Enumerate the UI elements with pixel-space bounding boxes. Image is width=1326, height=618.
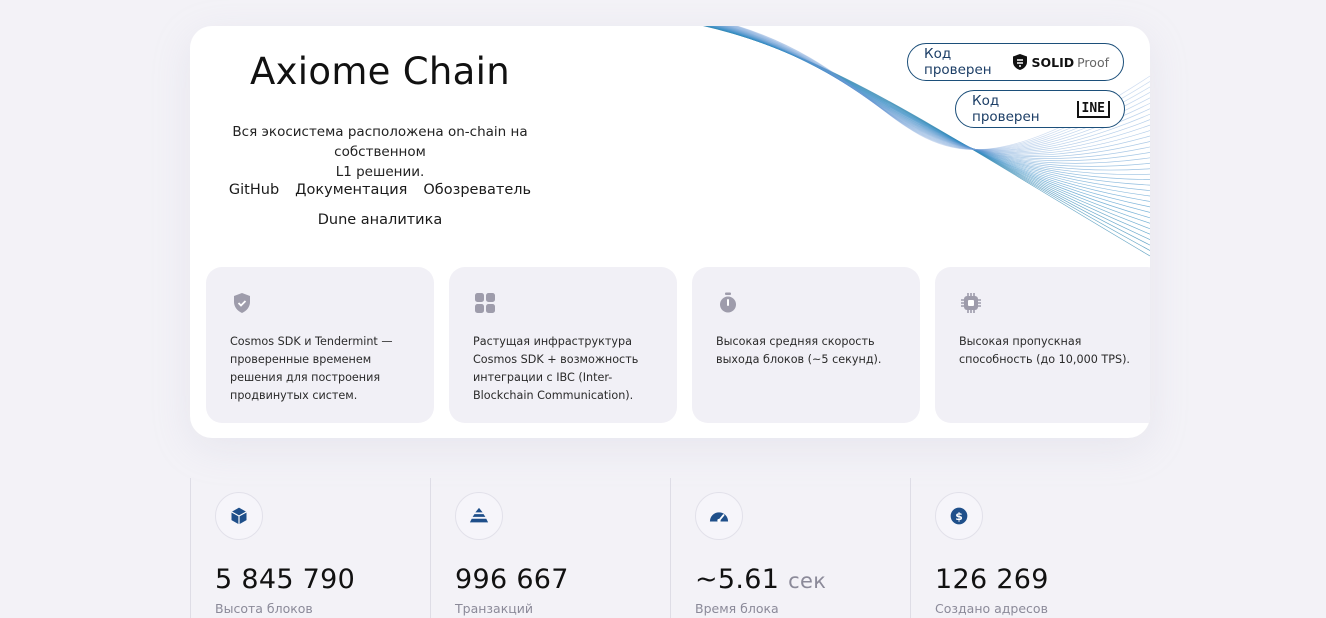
solidproof-logo: SOLID Proof — [1012, 53, 1109, 71]
stat-block-time: ~5.61 сек Время блока — [670, 478, 910, 618]
feature-card: Cosmos SDK и Tendermint — проверенные вр… — [206, 267, 434, 423]
dollar-icon: $ — [950, 507, 968, 525]
stat-value: ~5.61 сек — [695, 564, 827, 595]
stat-icon-wrapper — [455, 492, 503, 540]
grid-icon — [475, 293, 495, 313]
feature-text: Высокая пропускная способность (до 10,00… — [959, 335, 1130, 366]
dune-analytics-link[interactable]: Dune аналитика — [318, 212, 443, 228]
shield-check-icon — [234, 293, 250, 313]
feature-text: Cosmos SDK и Tendermint — проверенные вр… — [230, 335, 393, 402]
audit-badge-ine[interactable]: Код проверен INE — [955, 90, 1125, 128]
svg-text:$: $ — [955, 510, 963, 523]
stat-label: Транзакций — [455, 601, 534, 616]
audit-badge-label: Код проверен — [972, 93, 1040, 125]
github-link[interactable]: GitHub — [229, 182, 279, 198]
audit-badge-label: Код проверен — [924, 46, 992, 78]
stopwatch-icon — [720, 292, 736, 313]
stat-transactions: 996 667 Транзакций — [430, 478, 670, 618]
stat-value: 996 667 — [455, 564, 569, 595]
stat-label: Время блока — [695, 601, 779, 616]
hero-card: Axiome Chain Вся экосистема расположена … — [190, 26, 1150, 438]
stat-unit: сек — [788, 569, 827, 593]
stat-icon-wrapper — [695, 492, 743, 540]
hero-subtitle-line2: L1 решении. — [335, 164, 425, 180]
audit-badge-solidproof[interactable]: Код проверен SOLID Proof — [907, 43, 1124, 81]
hero-subtitle: Вся экосистема расположена on-chain на с… — [190, 122, 570, 182]
explorer-link[interactable]: Обозреватель — [423, 182, 531, 198]
stat-block-height: 5 845 790 Высота блоков — [190, 478, 430, 618]
stat-value: 126 269 — [935, 564, 1049, 595]
feature-card: Растущая инфраструктура Cosmos SDK + воз… — [449, 267, 677, 423]
stat-addresses: $ 126 269 Создано адресов — [910, 478, 1150, 618]
features-row: Cosmos SDK и Tendermint — проверенные вр… — [206, 267, 1150, 423]
ine-logo: INE — [1076, 100, 1110, 118]
stat-value: 5 845 790 — [215, 564, 356, 595]
speedometer-icon — [709, 512, 729, 523]
feature-text: Высокая средняя скорость выхода блоков (… — [716, 335, 882, 366]
hero-links: GitHub Документация Обозреватель Dune ан… — [190, 182, 570, 242]
feature-card: Высокая пропускная способность (до 10,00… — [935, 267, 1150, 423]
hero-subtitle-line1: Вся экосистема расположена on-chain на с… — [232, 124, 528, 160]
feature-text: Растущая инфраструктура Cosmos SDK + воз… — [473, 335, 639, 402]
stat-icon-wrapper: $ — [935, 492, 983, 540]
solidproof-shield-icon — [1013, 54, 1028, 70]
docs-link[interactable]: Документация — [295, 182, 407, 198]
layers-icon — [469, 507, 489, 523]
cube-icon — [231, 507, 247, 525]
chip-icon — [961, 293, 981, 313]
stat-label: Высота блоков — [215, 601, 313, 616]
page-title: Axiome Chain — [250, 50, 510, 93]
stats-row: 5 845 790 Высота блоков 996 667 Транзакц… — [190, 478, 1150, 618]
stat-label: Создано адресов — [935, 601, 1048, 616]
feature-card: Высокая средняя скорость выхода блоков (… — [692, 267, 920, 423]
stat-icon-wrapper — [215, 492, 263, 540]
